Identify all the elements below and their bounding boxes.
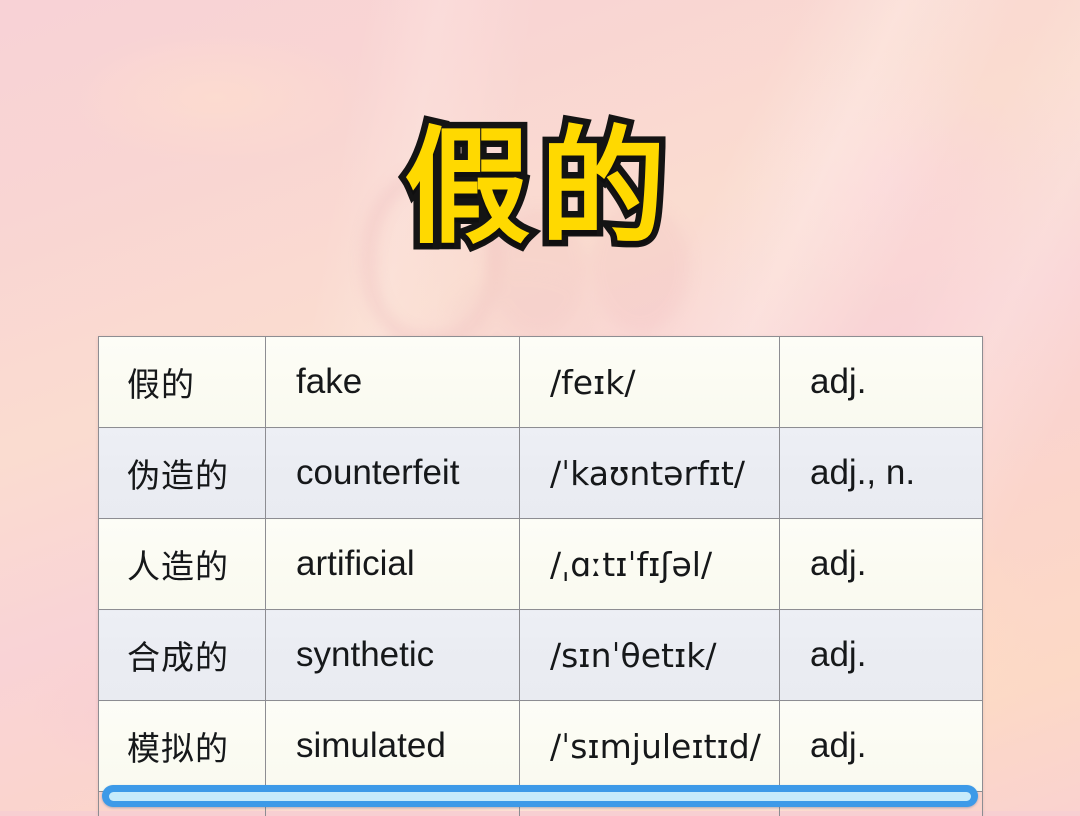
cell-ipa: /ˌɑːtɪˈfɪʃəl/ bbox=[519, 518, 780, 610]
cell-part-of-speech: adj., n. bbox=[779, 427, 983, 519]
table-row: 模拟的 simulated /ˈsɪmjuleɪtɪd/ adj. bbox=[98, 700, 983, 792]
cell-ipa: /ˈsɪmjuleɪtɪd/ bbox=[519, 700, 780, 792]
cell-ipa: /feɪk/ bbox=[519, 336, 780, 428]
cell-chinese: 合成的 bbox=[98, 609, 266, 701]
progress-bar-fill bbox=[109, 791, 971, 801]
cell-chinese: 伪造的 bbox=[98, 427, 266, 519]
cell-ipa: /ˈkaʊntərfɪt/ bbox=[519, 427, 780, 519]
cell-part-of-speech: adj. bbox=[779, 700, 983, 792]
progress-bar[interactable] bbox=[102, 785, 978, 807]
cell-part-of-speech: adj. bbox=[779, 609, 983, 701]
table-row: 人造的 artificial /ˌɑːtɪˈfɪʃəl/ adj. bbox=[98, 518, 983, 610]
cell-chinese: 假的 bbox=[98, 336, 266, 428]
cell-english: artificial bbox=[265, 518, 520, 610]
cell-english: simulated bbox=[265, 700, 520, 792]
cell-chinese: 模拟的 bbox=[98, 700, 266, 792]
cell-ipa: /sɪnˈθetɪk/ bbox=[519, 609, 780, 701]
table-row: 伪造的 counterfeit /ˈkaʊntərfɪt/ adj., n. bbox=[98, 427, 983, 519]
cell-english: synthetic bbox=[265, 609, 520, 701]
cell-english: fake bbox=[265, 336, 520, 428]
table-row: 假的 fake /feɪk/ adj. bbox=[98, 336, 983, 428]
cell-english: counterfeit bbox=[265, 427, 520, 519]
vocabulary-table: 假的 fake /feɪk/ adj. 伪造的 counterfeit /ˈka… bbox=[98, 336, 983, 816]
cell-part-of-speech: adj. bbox=[779, 336, 983, 428]
cell-part-of-speech: adj. bbox=[779, 518, 983, 610]
table-row: 合成的 synthetic /sɪnˈθetɪk/ adj. bbox=[98, 609, 983, 701]
cell-chinese: 人造的 bbox=[98, 518, 266, 610]
